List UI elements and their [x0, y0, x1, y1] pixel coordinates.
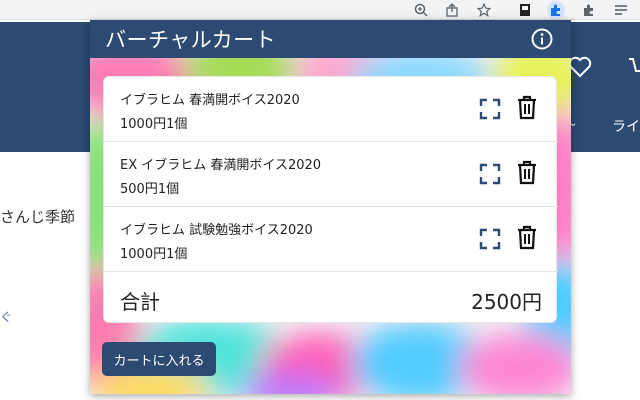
page-nav-item[interactable]: ライ — [612, 116, 640, 136]
item-name: EX イブラヒム 春満開ボイス2020 — [120, 158, 322, 173]
trash-icon[interactable] — [515, 224, 539, 250]
info-icon[interactable] — [531, 28, 553, 50]
star-icon[interactable] — [475, 1, 493, 19]
item-price-quantity: 1000円1個 — [120, 243, 187, 262]
item-price: 1000円 — [120, 247, 167, 262]
share-icon[interactable] — [443, 1, 461, 19]
cart-items-card: イブラヒム 春満開ボイス2020 1000円1個 EX イブラヒム 春満開ボイス… — [103, 76, 558, 324]
item-name: イブラヒム 春満開ボイス2020 — [120, 93, 300, 108]
cart-item: イブラヒム 春満開ボイス2020 1000円1個 — [104, 77, 558, 142]
total-row: 合計 2500円 — [104, 273, 558, 324]
item-quantity: 1個 — [166, 117, 188, 132]
item-price-quantity: 500円1個 — [120, 178, 179, 197]
item-price: 1000円 — [120, 117, 167, 132]
cart-item: EX イブラヒム 春満開ボイス2020 500円1個 — [104, 142, 558, 207]
total-value: 2500円 — [471, 290, 542, 314]
heart-icon[interactable] — [568, 56, 592, 82]
trash-icon[interactable] — [515, 159, 539, 185]
page-small-text: ぐ — [0, 310, 13, 324]
item-name: イブラヒム 試験勉強ボイス2020 — [120, 223, 313, 238]
item-price: 500円 — [120, 182, 158, 197]
menu-icon[interactable] — [612, 1, 630, 19]
puzzle-icon[interactable] — [580, 1, 598, 19]
cart-item: イブラヒム 試験勉強ボイス2020 1000円1個 — [104, 207, 558, 272]
page-body-text: さんじ季節 — [0, 208, 76, 226]
popup-header: バーチャルカート — [90, 20, 571, 58]
total-label: 合計 — [120, 290, 160, 314]
item-quantity: 1個 — [157, 182, 180, 197]
puzzle-icon[interactable] — [547, 1, 565, 19]
item-quantity: 1個 — [166, 247, 188, 262]
expand-icon[interactable] — [478, 162, 502, 186]
extension-icon[interactable] — [516, 1, 534, 19]
add-to-cart-button[interactable]: カートに入れる — [102, 342, 216, 376]
virtual-cart-popup: バーチャルカート イブラヒム 春満開ボイス2020 1000円1個 EX イブラ… — [90, 20, 571, 394]
trash-icon[interactable] — [515, 94, 539, 120]
expand-icon[interactable] — [478, 97, 502, 121]
cart-icon[interactable] — [628, 56, 640, 82]
browser-toolbar — [0, 0, 640, 20]
popup-title: バーチャルカート — [105, 28, 277, 52]
item-price-quantity: 1000円1個 — [120, 113, 187, 132]
zoom-icon[interactable] — [412, 1, 430, 19]
expand-icon[interactable] — [478, 227, 502, 251]
